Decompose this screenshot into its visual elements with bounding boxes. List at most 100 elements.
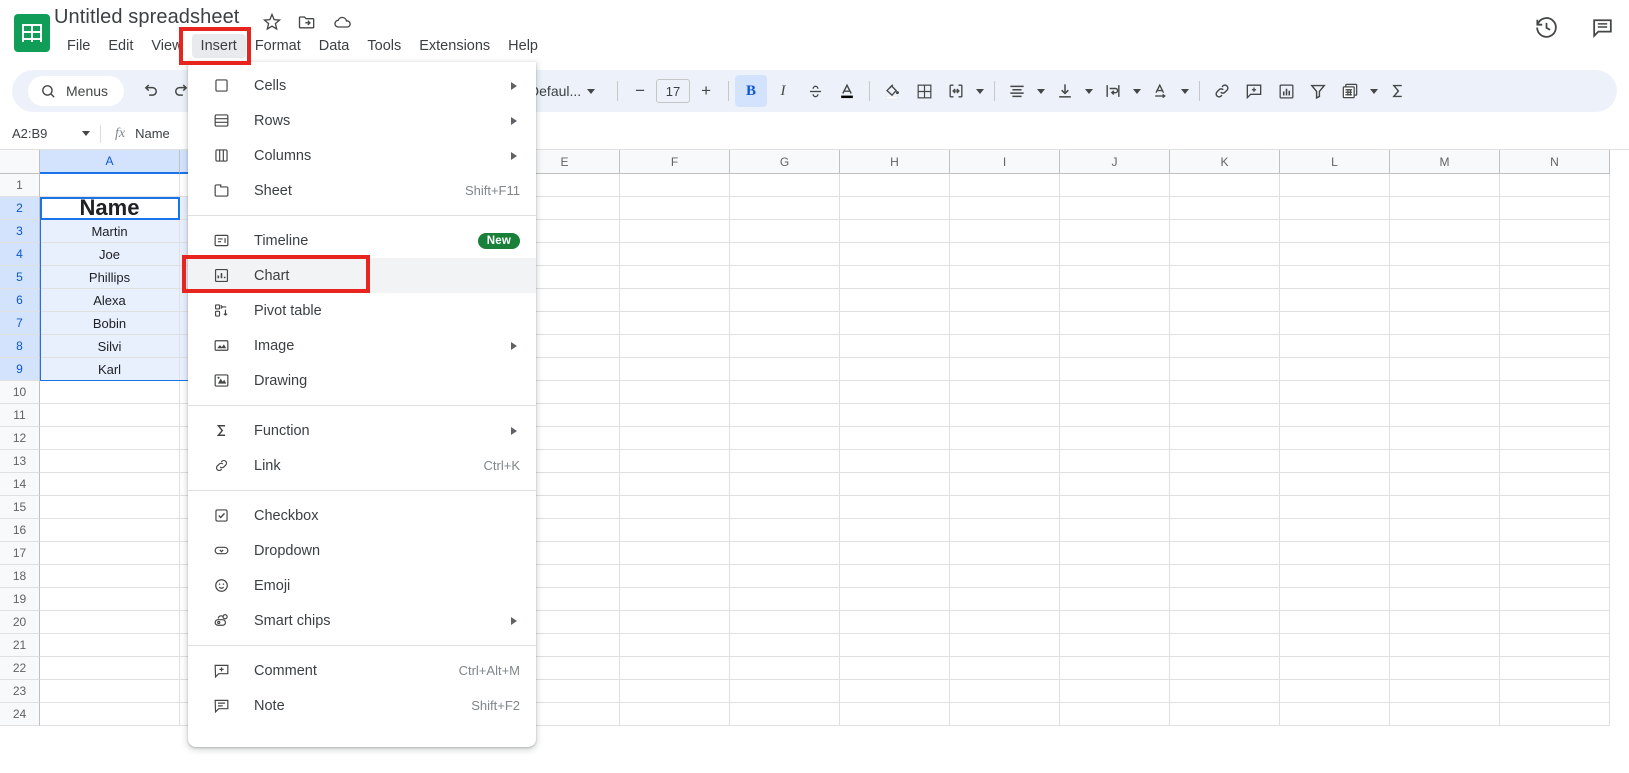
- menu-data[interactable]: Data: [310, 34, 359, 58]
- create-filter-button[interactable]: [1302, 75, 1334, 107]
- cell-K18[interactable]: [1170, 565, 1280, 588]
- cell-H15[interactable]: [840, 496, 950, 519]
- cell-A17[interactable]: [40, 542, 180, 565]
- merge-cells-button[interactable]: [940, 75, 972, 107]
- cell-A18[interactable]: [40, 565, 180, 588]
- menu-item-sheet[interactable]: SheetShift+F11: [188, 173, 536, 208]
- italic-button[interactable]: I: [767, 75, 799, 107]
- cell-J15[interactable]: [1060, 496, 1170, 519]
- menu-item-image[interactable]: Image: [188, 328, 536, 363]
- cell-L15[interactable]: [1280, 496, 1390, 519]
- cell-M19[interactable]: [1390, 588, 1500, 611]
- horizontal-align-caret-icon[interactable]: [1033, 75, 1049, 107]
- cell-G13[interactable]: [730, 450, 840, 473]
- cell-A8[interactable]: Silvi: [40, 335, 180, 358]
- cell-I21[interactable]: [950, 634, 1060, 657]
- cell-N10[interactable]: [1500, 381, 1610, 404]
- menu-item-checkbox[interactable]: Checkbox: [188, 498, 536, 533]
- cell-F24[interactable]: [620, 703, 730, 726]
- cell-F9[interactable]: [620, 358, 730, 381]
- cell-M2[interactable]: [1390, 197, 1500, 220]
- cell-A10[interactable]: [40, 381, 180, 404]
- cell-G8[interactable]: [730, 335, 840, 358]
- cell-G16[interactable]: [730, 519, 840, 542]
- cell-A13[interactable]: [40, 450, 180, 473]
- cell-K23[interactable]: [1170, 680, 1280, 703]
- cell-L16[interactable]: [1280, 519, 1390, 542]
- cell-M24[interactable]: [1390, 703, 1500, 726]
- column-header-g[interactable]: G: [730, 150, 840, 174]
- cell-G18[interactable]: [730, 565, 840, 588]
- cell-K24[interactable]: [1170, 703, 1280, 726]
- bold-button[interactable]: B: [735, 75, 767, 107]
- column-header-h[interactable]: H: [840, 150, 950, 174]
- cell-K22[interactable]: [1170, 657, 1280, 680]
- cell-G23[interactable]: [730, 680, 840, 703]
- cell-N15[interactable]: [1500, 496, 1610, 519]
- cell-G3[interactable]: [730, 220, 840, 243]
- cell-G9[interactable]: [730, 358, 840, 381]
- row-header-7[interactable]: 7: [0, 312, 40, 335]
- font-family-select[interactable]: Defaul...: [523, 76, 611, 106]
- cell-G15[interactable]: [730, 496, 840, 519]
- decrease-font-size-button[interactable]: −: [624, 75, 656, 107]
- cell-J13[interactable]: [1060, 450, 1170, 473]
- column-header-n[interactable]: N: [1500, 150, 1610, 174]
- cell-G21[interactable]: [730, 634, 840, 657]
- menu-item-smart-chips[interactable]: Smart chips: [188, 603, 536, 638]
- cell-H4[interactable]: [840, 243, 950, 266]
- row-header-19[interactable]: 19: [0, 588, 40, 611]
- cell-K7[interactable]: [1170, 312, 1280, 335]
- formula-input[interactable]: Name: [135, 126, 170, 141]
- cell-G1[interactable]: [730, 174, 840, 197]
- cell-K21[interactable]: [1170, 634, 1280, 657]
- cell-I16[interactable]: [950, 519, 1060, 542]
- sum-button[interactable]: [1382, 75, 1414, 107]
- cell-F11[interactable]: [620, 404, 730, 427]
- cell-I14[interactable]: [950, 473, 1060, 496]
- cell-K17[interactable]: [1170, 542, 1280, 565]
- cell-H3[interactable]: [840, 220, 950, 243]
- cell-H20[interactable]: [840, 611, 950, 634]
- cell-I9[interactable]: [950, 358, 1060, 381]
- cell-L5[interactable]: [1280, 266, 1390, 289]
- cell-G11[interactable]: [730, 404, 840, 427]
- cell-N11[interactable]: [1500, 404, 1610, 427]
- cell-F12[interactable]: [620, 427, 730, 450]
- cell-M10[interactable]: [1390, 381, 1500, 404]
- strikethrough-button[interactable]: [799, 75, 831, 107]
- column-header-i[interactable]: I: [950, 150, 1060, 174]
- cell-A4[interactable]: Joe: [40, 243, 180, 266]
- cell-L17[interactable]: [1280, 542, 1390, 565]
- cell-J2[interactable]: [1060, 197, 1170, 220]
- cell-K12[interactable]: [1170, 427, 1280, 450]
- column-header-l[interactable]: L: [1280, 150, 1390, 174]
- cell-F8[interactable]: [620, 335, 730, 358]
- cell-H12[interactable]: [840, 427, 950, 450]
- row-header-11[interactable]: 11: [0, 404, 40, 427]
- cell-A3[interactable]: Martin: [40, 220, 180, 243]
- cell-H14[interactable]: [840, 473, 950, 496]
- cell-L22[interactable]: [1280, 657, 1390, 680]
- cell-I17[interactable]: [950, 542, 1060, 565]
- borders-button[interactable]: [908, 75, 940, 107]
- cell-K5[interactable]: [1170, 266, 1280, 289]
- cell-A5[interactable]: Phillips: [40, 266, 180, 289]
- row-header-9[interactable]: 9: [0, 358, 40, 381]
- cell-L1[interactable]: [1280, 174, 1390, 197]
- cell-F15[interactable]: [620, 496, 730, 519]
- menu-extensions[interactable]: Extensions: [410, 34, 499, 58]
- text-rotation-caret-icon[interactable]: [1177, 75, 1193, 107]
- cell-M16[interactable]: [1390, 519, 1500, 542]
- cell-F20[interactable]: [620, 611, 730, 634]
- cell-A23[interactable]: [40, 680, 180, 703]
- cell-K20[interactable]: [1170, 611, 1280, 634]
- cell-A16[interactable]: [40, 519, 180, 542]
- column-header-f[interactable]: F: [620, 150, 730, 174]
- cell-A12[interactable]: [40, 427, 180, 450]
- cell-K15[interactable]: [1170, 496, 1280, 519]
- cell-K10[interactable]: [1170, 381, 1280, 404]
- cell-K3[interactable]: [1170, 220, 1280, 243]
- cell-L13[interactable]: [1280, 450, 1390, 473]
- cell-L10[interactable]: [1280, 381, 1390, 404]
